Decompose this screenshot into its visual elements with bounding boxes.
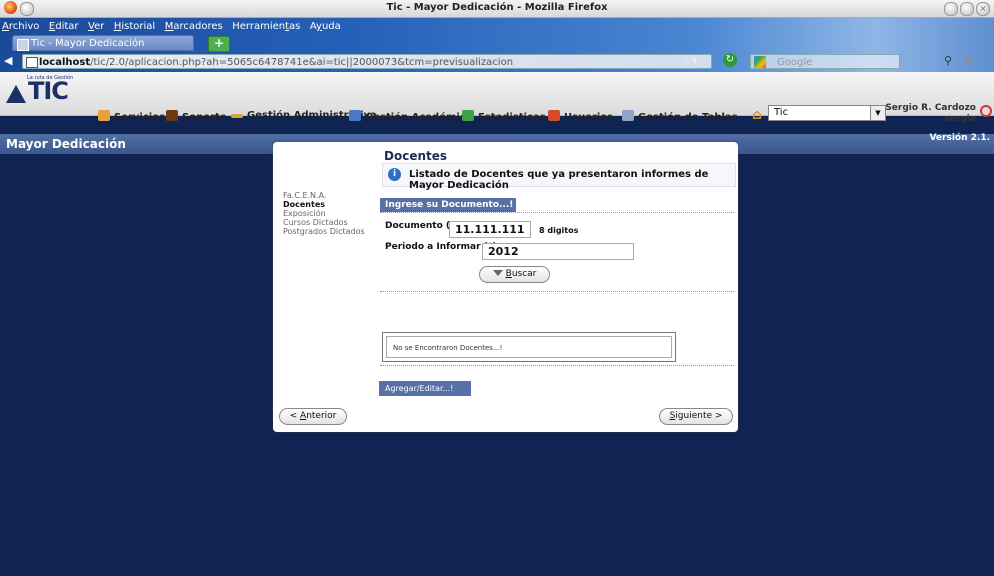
siguiente-button[interactable]: Siguiente >: [659, 408, 733, 425]
menu-ver[interactable]: Ver: [88, 21, 104, 32]
new-tab-button[interactable]: +: [208, 36, 230, 52]
gestion-administrativa-icon: [231, 114, 243, 118]
chevron-down-icon: ▼: [870, 106, 885, 120]
result-box: No se Encontraron Docentes...!: [382, 332, 676, 362]
maximize-icon[interactable]: [960, 2, 974, 16]
menu-usuarios[interactable]: Usuarios: [548, 110, 613, 124]
sidenav-item-cursos[interactable]: Cursos Dictados: [283, 218, 365, 227]
search-engine-icon[interactable]: [754, 56, 766, 68]
search-input[interactable]: Google: [750, 54, 900, 69]
url-host: localhost: [39, 57, 91, 68]
sidenav-item-postgrados[interactable]: Postgrados Dictados: [283, 227, 365, 236]
documento-field[interactable]: 11.111.111: [449, 221, 531, 238]
user-login: sergio: [944, 114, 976, 124]
menu-marcadores[interactable]: Marcadores: [165, 21, 223, 32]
menu-herramientas[interactable]: Herramientas: [232, 21, 300, 32]
menu-editar[interactable]: Editar: [49, 21, 79, 32]
menu-gestion-academica[interactable]: Gestión Académica: [349, 110, 473, 124]
project-select[interactable]: Tic ▼: [768, 105, 886, 121]
window-titlebar: Tic - Mayor Dedicación - Mozilla Firefox…: [0, 0, 994, 18]
buscar-button[interactable]: Buscar: [479, 266, 550, 283]
content-panel: Fa.C.E.N.A. Docentes Exposición Cursos D…: [273, 142, 738, 432]
section-title: Mayor Dedicación: [6, 137, 126, 151]
home-icon[interactable]: ⌂: [964, 53, 972, 68]
back-arrow-icon[interactable]: ◀: [4, 54, 20, 68]
sidenav-item-facena[interactable]: Fa.C.E.N.A.: [283, 191, 365, 200]
url-bar[interactable]: localhost/tic/2.0/aplicacion.php?ah=5065…: [22, 54, 712, 69]
tic-logo: La ruta de Gestión TIC: [6, 75, 80, 109]
divider-top: [380, 291, 734, 292]
project-select-value: Tic: [774, 107, 789, 118]
usuarios-icon: [548, 110, 560, 121]
close-icon[interactable]: ×: [976, 2, 990, 16]
soporte-icon: [166, 110, 178, 121]
result-message: No se Encontraron Docentes...!: [386, 336, 672, 358]
anterior-button[interactable]: < Anterior: [279, 408, 347, 425]
url-path: /tic/2.0/aplicacion.php?ah=5065c6478741e…: [90, 57, 514, 68]
menu-gestion-de-tablas[interactable]: Gestión de Tablas: [622, 110, 738, 124]
browser-menubar: Archivo Editar Ver Historial Marcadores …: [2, 19, 347, 34]
binoculars-icon[interactable]: ⚲: [944, 54, 952, 67]
periodo-label: Periodo a Informar (*): [385, 242, 497, 252]
periodo-field[interactable]: 2012: [482, 243, 634, 260]
gestion-academica-icon: [349, 110, 361, 121]
user-name: Sergio R. Cardozo: [885, 103, 976, 113]
logo-text: TIC: [28, 77, 69, 105]
search-placeholder: Google: [777, 57, 813, 68]
logo-arrow-icon: [6, 85, 26, 103]
estadisticas-icon: [462, 110, 474, 121]
tab-label: Tic - Mayor Dedicación: [31, 38, 145, 49]
minimize-icon[interactable]: [944, 2, 958, 16]
documento-hint: 8 digitos: [539, 226, 579, 235]
sidenav-item-docentes[interactable]: Docentes: [283, 200, 365, 209]
bookmark-star-icon[interactable]: ☆▾: [682, 54, 697, 67]
side-navigation: Fa.C.E.N.A. Docentes Exposición Cursos D…: [283, 191, 365, 236]
menu-archivo[interactable]: Archivo: [2, 21, 39, 32]
page-favicon-icon: [17, 39, 29, 51]
agregar-editar-button[interactable]: Agregar/Editar...!: [379, 381, 471, 396]
navigation-bar: ◀ localhost/tic/2.0/aplicacion.php?ah=50…: [0, 53, 994, 71]
filter-icon: [492, 270, 503, 276]
home-app-icon[interactable]: ⌂: [752, 107, 762, 123]
menu-estadisticas[interactable]: Estadisticas: [462, 110, 546, 124]
version-label: Versión 2.1.: [929, 133, 990, 143]
menu-historial[interactable]: Historial: [114, 21, 155, 32]
servicios-icon: [98, 110, 110, 121]
window-title: Tic - Mayor Dedicación - Mozilla Firefox: [386, 2, 608, 13]
reload-icon[interactable]: ↻: [723, 53, 737, 67]
divider-bottom: [380, 365, 734, 366]
menu-soporte[interactable]: Soporte: [166, 110, 227, 124]
documento-label: Documento (*): [385, 221, 459, 231]
url-favicon-icon: [26, 57, 38, 68]
menu-servicios[interactable]: Servicios: [98, 110, 165, 124]
tab-mayor-dedicacion[interactable]: Tic - Mayor Dedicación: [12, 35, 194, 51]
logout-icon[interactable]: [980, 105, 992, 117]
info-box: i Listado de Docentes que ya presentaron…: [382, 163, 736, 191]
menu-ayuda[interactable]: Ayuda: [310, 21, 341, 32]
gestion-de-tablas-icon: [622, 110, 634, 121]
info-text: Listado de Docentes que ya presentaron i…: [409, 169, 709, 191]
user-info: Sergio R. Cardozo sergio: [885, 103, 976, 125]
form-divider: [380, 212, 734, 213]
page-title: Docentes: [384, 149, 448, 163]
sidenav-item-exposicion[interactable]: Exposición: [283, 209, 365, 218]
info-icon: i: [388, 168, 401, 181]
form-header: Ingrese su Documento...!: [380, 198, 516, 212]
